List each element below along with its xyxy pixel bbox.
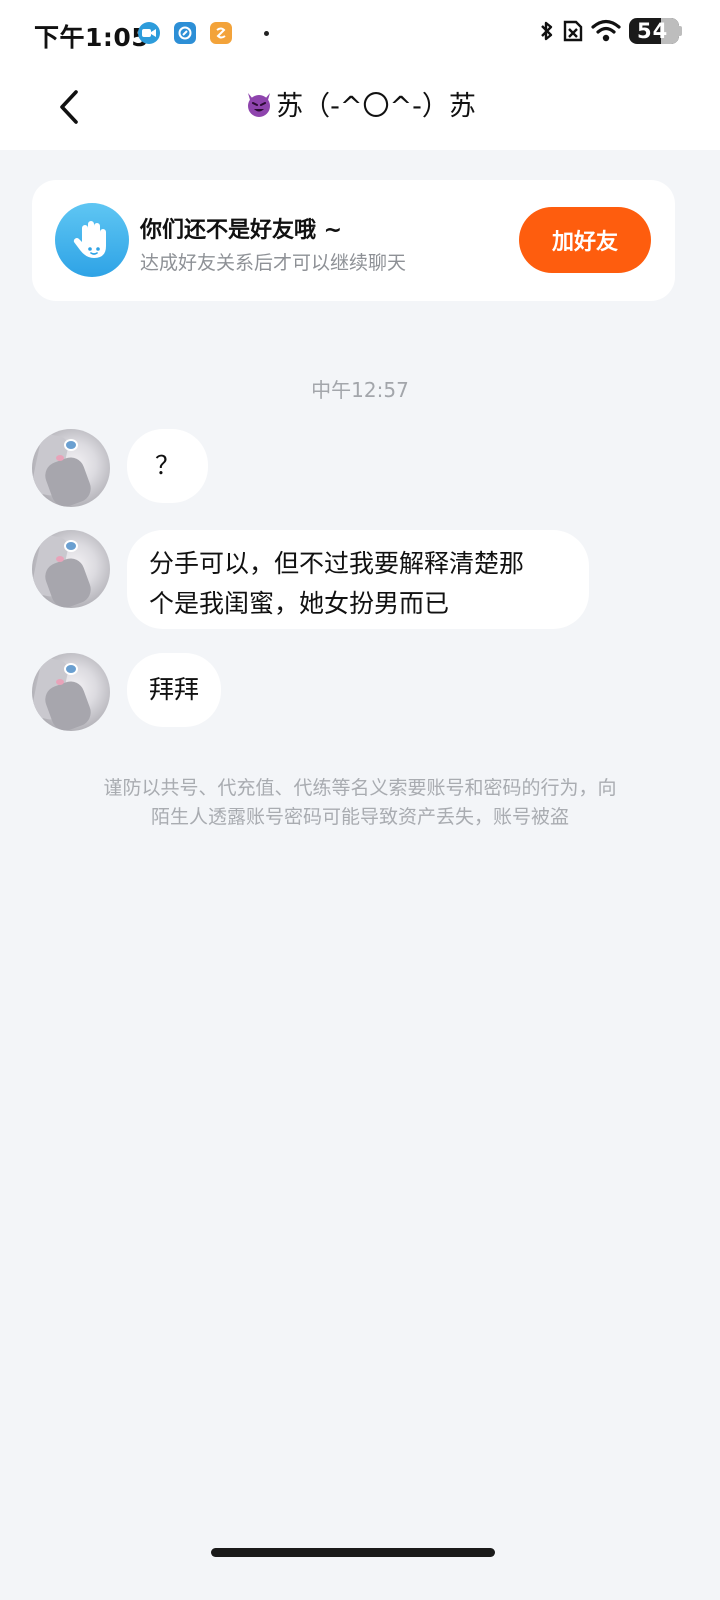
chat-header: 苏（-^〇^-）苏 [0, 70, 720, 150]
security-notice: 谨防以共号、代充值、代练等名义索要账号和密码的行为，向 陌生人透露账号密码可能导… [62, 774, 658, 832]
message-text: 拜拜 [149, 675, 200, 704]
smiling-devil-emoji-icon [244, 89, 274, 119]
contact-avatar[interactable] [32, 530, 110, 608]
video-call-icon [138, 22, 160, 44]
message-row: 分手可以，但不过我要解释清楚那 个是我闺蜜，她女扮男而已 [32, 530, 589, 629]
orange-app-icon [210, 22, 232, 44]
message-bubble[interactable]: 拜拜 [127, 653, 222, 727]
shield-app-icon [174, 22, 196, 44]
security-notice-line: 陌生人透露账号密码可能导致资产丢失，账号被盗 [150, 806, 569, 828]
message-text: ？ [155, 451, 181, 480]
contact-avatar[interactable] [32, 653, 110, 731]
message-text-line: 个是我闺蜜，她女扮男而已 [149, 589, 450, 618]
message-row: ？ [32, 429, 209, 507]
page-title: 苏（-^〇^-）苏 [0, 84, 720, 123]
add-friend-button[interactable]: 加好友 [519, 207, 651, 273]
message-bubble[interactable]: 分手可以，但不过我要解释清楚那 个是我闺蜜，她女扮男而已 [127, 530, 589, 629]
notification-icons [138, 22, 269, 44]
message-timestamp: 中午12:57 [311, 378, 409, 402]
status-bar: 下午1:05 54 [0, 0, 720, 70]
not-friends-banner: 你们还不是好友哦 ~ 达成好友关系后才可以继续聊天 加好友 [32, 180, 675, 301]
wifi-icon [591, 19, 621, 43]
security-notice-line: 谨防以共号、代充值、代练等名义索要账号和密码的行为，向 [103, 777, 617, 799]
no-sim-icon [563, 19, 583, 43]
battery-level: 54 [637, 19, 669, 43]
system-status: 54 [539, 18, 682, 44]
page-title-text: 苏（-^〇^-）苏 [276, 91, 476, 122]
battery-cap [679, 26, 682, 36]
bluetooth-icon [539, 19, 555, 43]
contact-avatar[interactable] [32, 429, 110, 507]
message-row: 拜拜 [32, 653, 222, 731]
message-text-line: 分手可以，但不过我要解释清楚那 [149, 549, 525, 578]
battery-indicator: 54 [629, 18, 679, 44]
home-indicator[interactable] [211, 1548, 495, 1557]
status-time: 下午1:05 [34, 23, 150, 52]
more-notifications-dot [264, 30, 269, 36]
message-bubble[interactable]: ？ [127, 429, 209, 503]
banner-subtitle: 达成好友关系后才可以继续聊天 [140, 252, 407, 274]
banner-title: 你们还不是好友哦 ~ [140, 218, 343, 243]
waving-hand-icon [55, 203, 129, 277]
